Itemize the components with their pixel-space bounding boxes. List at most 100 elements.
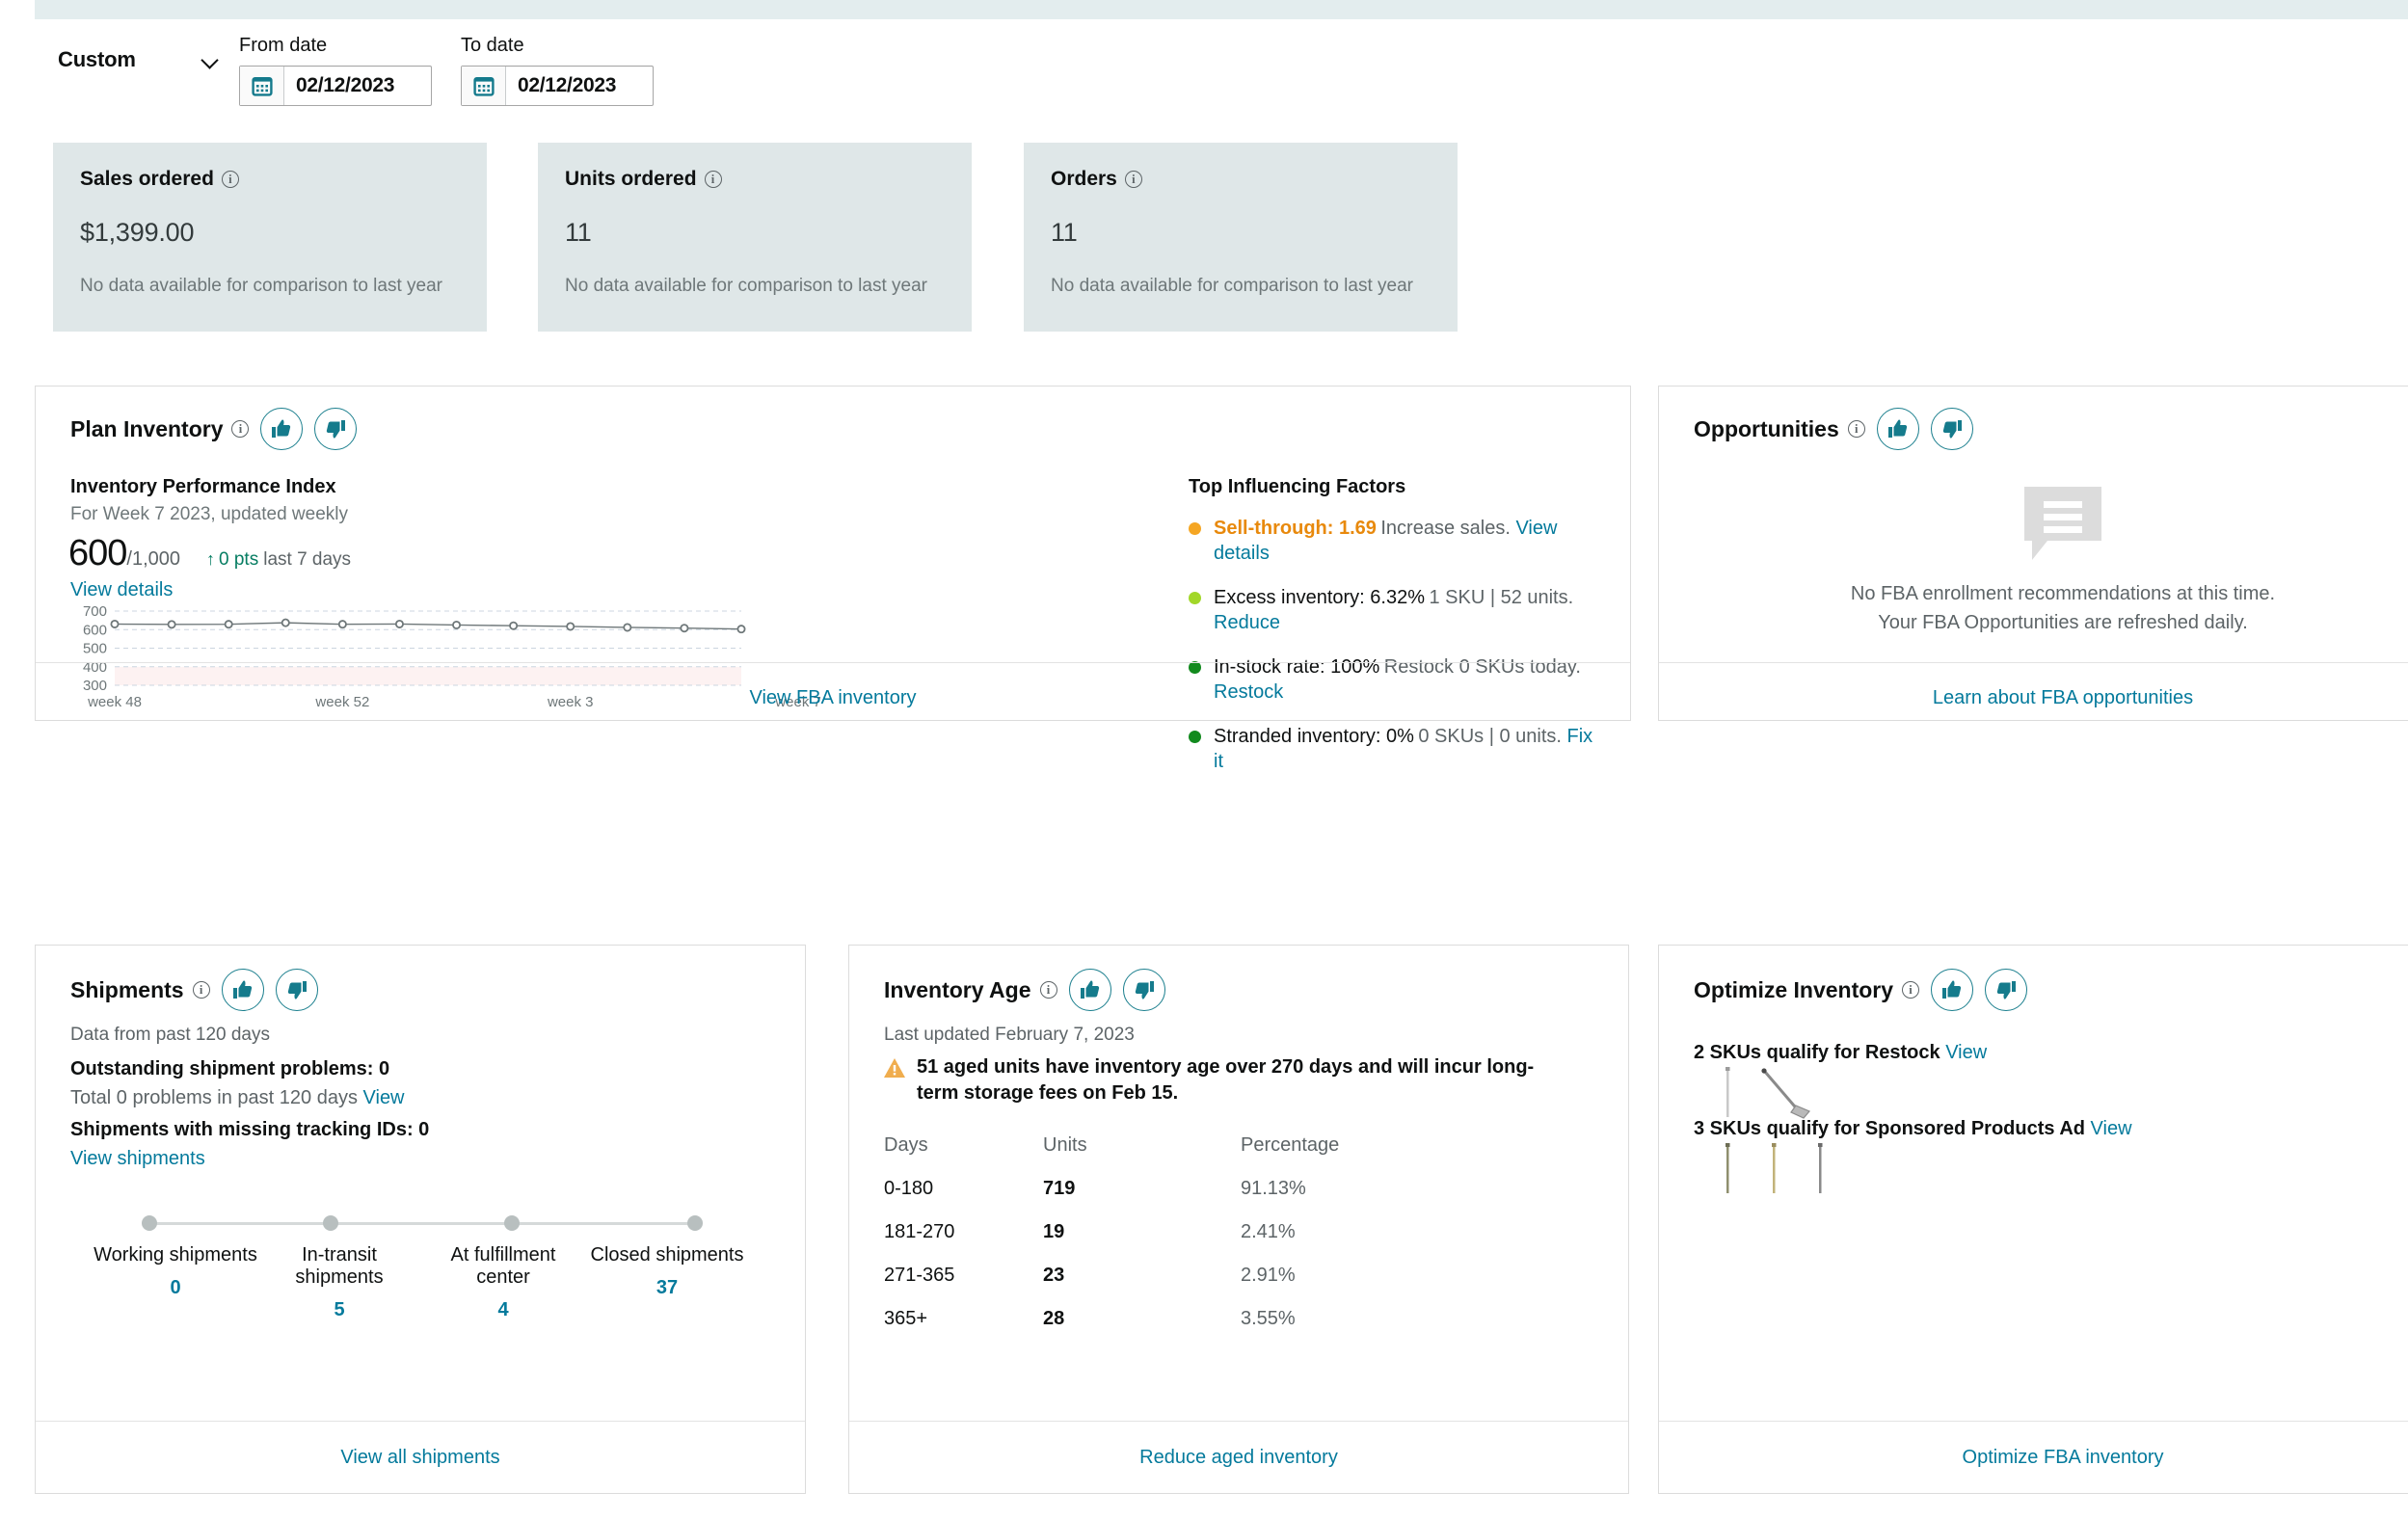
info-icon[interactable] (192, 981, 210, 999)
top-influencing-factors: Top Influencing Factors Sell-through: 1.… (1189, 476, 1603, 793)
chart-data-point (566, 622, 575, 631)
to-date-input[interactable]: 02/12/2023 (461, 66, 654, 106)
calendar-icon-to[interactable] (462, 67, 506, 105)
chart-data-point (281, 618, 290, 627)
date-range-selected-value: Custom (58, 47, 136, 71)
divider (36, 662, 1630, 663)
restock-qualify-text: 2 SKUs qualify for Restock (1694, 1042, 1940, 1063)
chart-danger-band (115, 666, 741, 685)
thumbs-up-icon[interactable] (260, 408, 304, 450)
optimize-inventory-header: Optimize Inventory (1694, 969, 2028, 1011)
chart-data-point (110, 619, 120, 628)
inventory-age-subtitle: Last updated February 7, 2023 (884, 1025, 1135, 1045)
tracker-stage-label: In-transit shipments (295, 1244, 384, 1288)
shipments-title: Shipments (70, 977, 210, 1003)
factor-item: Sell-through: 1.69 Increase sales. View … (1189, 516, 1603, 566)
thumbs-down-icon[interactable] (1985, 969, 2028, 1011)
tracker-stage-in-transit: In-transit shipments 5 (257, 1244, 421, 1321)
view-fba-inventory-link[interactable]: View FBA inventory (36, 687, 1630, 709)
cell-units: 23 (1043, 1265, 1065, 1286)
panel-title-label: Plan Inventory (70, 415, 224, 441)
tracker-stage-value[interactable]: 5 (257, 1299, 421, 1321)
ipi-section-title: Inventory Performance Index (70, 476, 336, 497)
factor-action-link[interactable]: Reduce (1214, 612, 1280, 633)
sponsored-ad-qualify-text: 3 SKUs qualify for Sponsored Products Ad (1694, 1118, 2085, 1139)
tracker-stage-closed: Closed shipments 37 (585, 1244, 749, 1321)
ipi-section-subtitle: For Week 7 2023, updated weekly (70, 504, 348, 524)
tracker-stage-label: Closed shipments (590, 1244, 744, 1266)
info-icon[interactable] (221, 171, 239, 188)
inventory-age-alert: 51 aged units have inventory age over 27… (884, 1054, 1559, 1106)
thumbs-up-icon[interactable] (221, 969, 264, 1011)
thumbs-up-icon[interactable] (1876, 408, 1919, 450)
inventory-age-title: Inventory Age (884, 977, 1057, 1003)
thumbs-down-icon[interactable] (1122, 969, 1165, 1011)
tracker-labels: Working shipments 0 In-transit shipments… (94, 1244, 749, 1321)
tracker-node-at-fulfillment[interactable] (504, 1215, 520, 1231)
optimize-fba-inventory-link[interactable]: Optimize FBA inventory (1659, 1447, 2408, 1469)
kpi-title-label: Sales ordered (80, 168, 214, 190)
from-date-input[interactable]: 02/12/2023 (239, 66, 432, 106)
inventory-age-panel: Inventory Age Last updated February 7, 2… (848, 945, 1629, 1494)
factor-sub-text: Increase sales. (1380, 518, 1511, 539)
chart-data-point (224, 620, 233, 629)
outstanding-problems-label: Outstanding shipment problems: 0 (70, 1058, 390, 1079)
tracker-stage-value[interactable]: 37 (585, 1277, 749, 1299)
column-header-days: Days (884, 1134, 928, 1156)
thumbs-down-icon[interactable] (275, 969, 318, 1011)
tracker-node-working[interactable] (142, 1215, 157, 1231)
panel-title-label: Optimize Inventory (1694, 976, 1894, 1002)
from-date-value[interactable]: 02/12/2023 (284, 67, 431, 105)
factor-sub-text: 0 SKUs | 0 units. (1418, 726, 1562, 747)
status-dot-icon (1189, 522, 1201, 535)
thumbs-up-icon[interactable] (1068, 969, 1111, 1011)
tracker-stage-at-fulfillment: At fulfillment center 4 (421, 1244, 585, 1321)
view-problems-link[interactable]: View (363, 1087, 405, 1108)
thumbs-up-icon[interactable] (1931, 969, 1974, 1011)
opportunities-empty-line-1: No FBA enrollment recommendations at thi… (1850, 583, 2276, 604)
ipi-delta-note: last 7 days (263, 549, 352, 570)
cell-days: 271-365 (884, 1265, 955, 1286)
tracker-node-in-transit[interactable] (323, 1215, 338, 1231)
date-range-select[interactable]: Custom (58, 45, 227, 74)
kpi-row: Sales ordered $1,399.00 No data availabl… (0, 143, 2408, 335)
view-all-shipments-link[interactable]: View all shipments (36, 1447, 805, 1469)
ipi-view-details-link[interactable]: View details (70, 579, 173, 601)
info-icon[interactable] (1902, 981, 1920, 999)
tracker-node-closed[interactable] (687, 1215, 703, 1231)
kpi-subtext: No data available for comparison to last… (1051, 276, 1413, 296)
calendar-icon-from[interactable] (240, 67, 284, 105)
info-icon[interactable] (1847, 420, 1865, 438)
kpi-subtext: No data available for comparison to last… (565, 276, 927, 296)
thumbs-down-icon[interactable] (314, 408, 358, 450)
learn-about-fba-opportunities-link[interactable]: Learn about FBA opportunities (1659, 687, 2408, 709)
info-icon[interactable] (1124, 171, 1142, 188)
reduce-aged-inventory-link[interactable]: Reduce aged inventory (849, 1447, 1628, 1469)
view-shipments-link[interactable]: View shipments (70, 1148, 205, 1170)
plan-inventory-header: Plan Inventory (70, 408, 358, 450)
kpi-card-orders: Orders 11 No data available for comparis… (1024, 143, 1458, 332)
chart-y-tick-label: 500 (83, 641, 107, 657)
info-icon[interactable] (1039, 981, 1057, 999)
cell-percentage: 91.13% (1241, 1178, 1306, 1199)
tracker-stage-value[interactable]: 4 (421, 1299, 585, 1321)
missing-tracking-label: Shipments with missing tracking IDs: 0 (70, 1119, 430, 1140)
opportunities-empty-line-2: Your FBA Opportunities are refreshed dai… (1878, 612, 2248, 633)
tracker-stage-value[interactable]: 0 (94, 1277, 257, 1299)
thumbs-down-icon[interactable] (1930, 408, 1973, 450)
warning-icon (884, 1058, 905, 1078)
ipi-score-denominator: /1,000 (126, 548, 181, 570)
restock-view-link[interactable]: View (1945, 1042, 1987, 1063)
sponsored-ad-view-link[interactable]: View (2091, 1118, 2132, 1139)
chart-data-point (337, 620, 347, 629)
cell-days: 365+ (884, 1308, 928, 1329)
kpi-title-label: Orders (1051, 168, 1117, 190)
ipi-delta: ↑ 0 pts (206, 549, 258, 571)
table-row: 365+ 28 3.55% (884, 1308, 1559, 1351)
to-date-group: To date 02/12/2023 (461, 35, 654, 106)
panel-title-label: Inventory Age (884, 976, 1031, 1002)
info-icon[interactable] (231, 420, 250, 438)
to-date-value[interactable]: 02/12/2023 (506, 67, 653, 105)
kpi-title: Orders (1051, 168, 1142, 191)
info-icon[interactable] (704, 171, 722, 188)
